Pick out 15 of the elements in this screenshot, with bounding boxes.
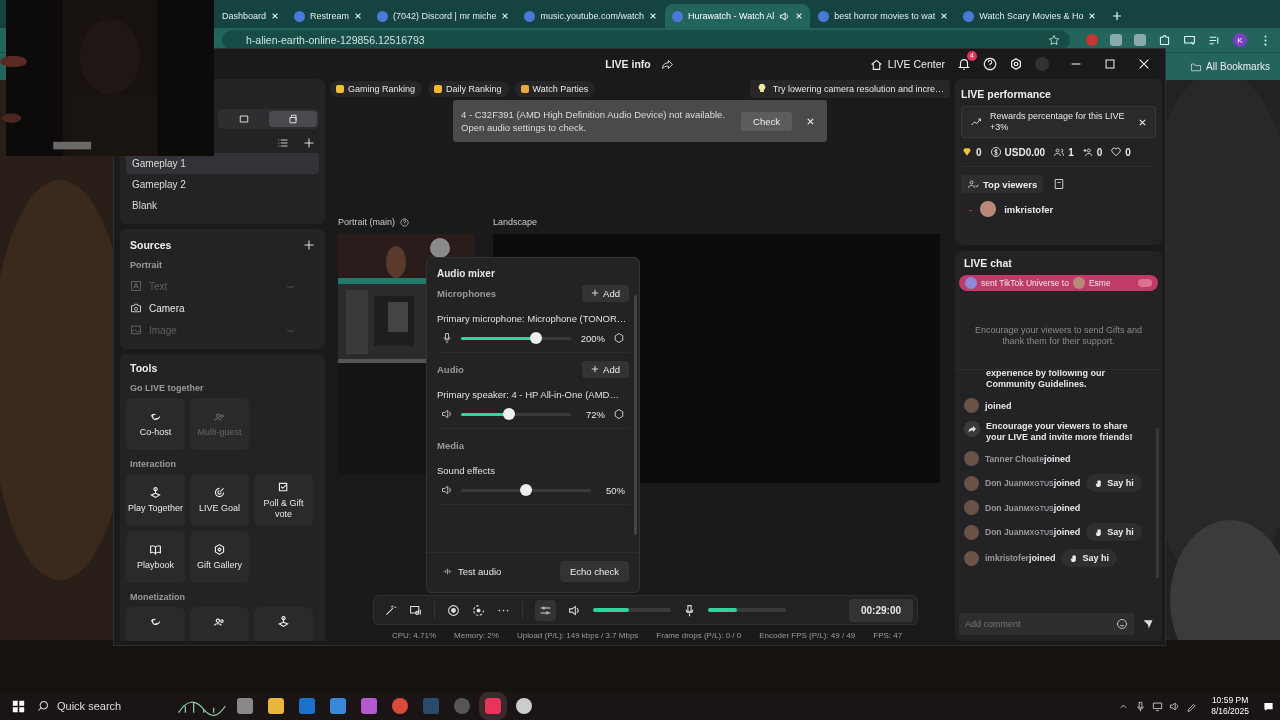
live-center-button[interactable]: LIVE Center — [869, 57, 945, 71]
clock[interactable]: 10:59 PM 8/16/2025 — [1211, 695, 1249, 717]
browser-tab[interactable]: music.youtube.com/watch — [517, 4, 664, 28]
bookmarks-label[interactable]: All Bookmarks — [1206, 61, 1270, 72]
browser-tab[interactable]: Dashboard — [222, 4, 287, 28]
browser-tab[interactable]: Restream — [287, 4, 370, 28]
address-bar[interactable]: h-alien-earth-online-129856.12516793 — [222, 30, 1070, 50]
browser-tab[interactable]: Watch Scary Movies & Ho — [956, 4, 1104, 28]
window-title: LIVE info — [605, 58, 651, 70]
profile-avatar[interactable]: K — [1233, 33, 1247, 47]
search-field[interactable]: Quick search — [37, 694, 227, 718]
bookmarks-folder[interactable]: All Bookmarks — [1190, 60, 1270, 73]
browser-tab[interactable]: Hurawatch - Watch Al — [664, 4, 811, 28]
browser-tab[interactable]: (7042) Discord | mr miche — [370, 4, 517, 28]
browser-tab[interactable]: best horror movies to wat — [811, 4, 956, 28]
